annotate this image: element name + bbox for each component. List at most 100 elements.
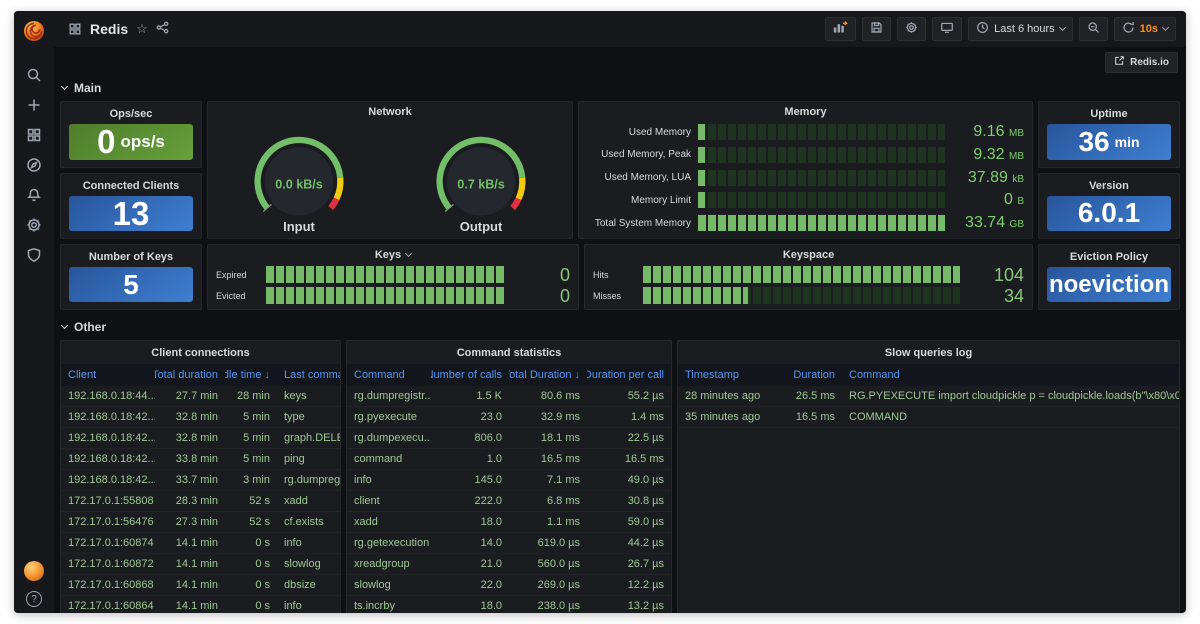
sidebar-create-button[interactable] xyxy=(20,91,48,121)
memory-title[interactable]: Memory xyxy=(579,102,1032,122)
table-row: 192.168.0.18:44... 27.7 min 28 min keys xyxy=(61,386,340,407)
save-icon xyxy=(870,21,883,37)
zoom-out-icon xyxy=(1087,21,1100,37)
memory-row-value: 33.74 GB xyxy=(952,214,1024,232)
chevron-down-icon xyxy=(1162,24,1169,31)
section-main[interactable]: Main xyxy=(60,78,1180,98)
refresh-icon xyxy=(1122,21,1135,37)
table-row: 172.17.0.1:60864 14.1 min 0 s info xyxy=(61,596,340,613)
column-header[interactable]: Last command xyxy=(277,364,340,386)
client-connections-panel: Client connections ClientTotal durationI… xyxy=(60,340,341,613)
keyspace-title[interactable]: Keyspace xyxy=(585,245,1032,265)
table-row: client 222.0 6.8 ms 30.8 µs xyxy=(347,491,671,512)
dashboard-grid-icon xyxy=(68,22,82,36)
sidebar-configuration-button[interactable] xyxy=(20,211,48,241)
sidebar: ? xyxy=(14,11,54,613)
sidebar-alerting-button[interactable] xyxy=(20,181,48,211)
column-header[interactable]: Duration xyxy=(780,364,842,386)
table-row: 28 minutes ago 26.5 ms RG.PYEXECUTE impo… xyxy=(678,386,1179,407)
uptime-unit: min xyxy=(1115,134,1140,150)
section-main-label: Main xyxy=(74,81,101,95)
column-header[interactable]: Duration per call xyxy=(587,364,671,386)
star-icon: ☆ xyxy=(136,21,148,37)
gauge-value: 0.7 kB/s xyxy=(457,178,505,192)
dashboard-body: Main Ops/sec 0 ops/s Connected Clients xyxy=(54,77,1186,613)
column-header[interactable]: Number of calls xyxy=(431,364,509,386)
eviction-policy-title[interactable]: Eviction Policy xyxy=(1047,247,1171,267)
dashboard-settings-button[interactable] xyxy=(897,17,926,41)
memory-row-value: 0 B xyxy=(952,191,1024,209)
section-other[interactable]: Other xyxy=(60,317,1180,337)
column-header[interactable]: Total duration xyxy=(155,364,225,386)
sidebar-explore-button[interactable] xyxy=(20,151,48,181)
number-of-keys-value: 5 xyxy=(123,271,139,299)
favorite-star-button[interactable]: ☆ xyxy=(136,21,148,37)
keys-title[interactable]: Keys xyxy=(208,245,578,265)
network-title[interactable]: Network xyxy=(208,102,572,122)
time-range-picker[interactable]: Last 6 hours xyxy=(968,17,1073,41)
dashboard-links-bar: Redis.io xyxy=(54,47,1186,77)
command-statistics-panel: Command statistics CommandNumber of call… xyxy=(346,340,672,613)
memory-row: Total System Memory 33.74 GB xyxy=(587,213,1024,233)
keys-row-label: Evicted xyxy=(216,291,260,301)
memory-panel: Memory Used Memory 9.16 MB Used Memory, … xyxy=(578,101,1033,239)
memory-row-label: Used Memory xyxy=(587,127,691,138)
user-avatar[interactable] xyxy=(24,561,44,581)
client-connections-title[interactable]: Client connections xyxy=(61,341,340,364)
help-button[interactable]: ? xyxy=(26,591,42,607)
column-header[interactable]: Client xyxy=(61,364,155,386)
column-header[interactable]: Command xyxy=(347,364,431,386)
led-bar xyxy=(698,147,945,163)
slow-queries-log-title[interactable]: Slow queries log xyxy=(678,341,1179,364)
time-range-label: Last 6 hours xyxy=(994,23,1055,35)
uptime-panel: Uptime 36 min xyxy=(1038,101,1180,168)
table-row: 172.17.0.1:55808 28.3 min 52 s xadd xyxy=(61,491,340,512)
connected-clients-title[interactable]: Connected Clients xyxy=(69,176,193,196)
gauge-value: 0.0 kB/s xyxy=(275,178,323,192)
memory-row: Used Memory, Peak 9.32 MB xyxy=(587,145,1024,165)
keys-row-value: 0 xyxy=(512,287,570,305)
table-row: command 1.0 16.5 ms 16.5 ms xyxy=(347,449,671,470)
search-icon xyxy=(26,67,42,86)
table-row: 35 minutes ago 16.5 ms COMMAND xyxy=(678,407,1179,428)
table-header: ClientTotal durationIdle time ↓Last comm… xyxy=(61,364,340,386)
cycle-view-button[interactable] xyxy=(932,17,962,41)
add-panel-button[interactable] xyxy=(825,17,856,41)
shield-icon xyxy=(26,247,42,266)
table-row: 172.17.0.1:60872 14.1 min 0 s slowlog xyxy=(61,554,340,575)
eviction-policy-value: noeviction xyxy=(1049,273,1169,297)
column-header[interactable]: Idle time ↓ xyxy=(225,364,277,386)
clock-icon xyxy=(976,21,989,37)
table-row: 192.168.0.18:42... 32.8 min 5 min graph.… xyxy=(61,428,340,449)
column-header[interactable]: Total Duration ↓ xyxy=(509,364,587,386)
share-button[interactable] xyxy=(156,21,169,37)
table-row: rg.pyexecute 23.0 32.9 ms 1.4 ms xyxy=(347,407,671,428)
uptime-title[interactable]: Uptime xyxy=(1047,104,1171,124)
column-header[interactable]: Timestamp xyxy=(678,364,780,386)
zoom-out-button[interactable] xyxy=(1079,17,1108,41)
refresh-button[interactable]: 10s xyxy=(1114,17,1176,41)
ops-sec-panel: Ops/sec 0 ops/s xyxy=(60,101,202,168)
grafana-logo[interactable] xyxy=(22,19,46,43)
redis-io-link[interactable]: Redis.io xyxy=(1105,52,1178,73)
column-header[interactable]: Command xyxy=(842,364,1179,386)
save-dashboard-button[interactable] xyxy=(862,17,891,41)
chevron-down-icon xyxy=(405,250,412,257)
sidebar-dashboards-button[interactable] xyxy=(20,121,48,151)
keys-row-label: Expired xyxy=(216,270,260,280)
version-title[interactable]: Version xyxy=(1047,176,1171,196)
keyspace-row-value: 34 xyxy=(966,287,1024,305)
sidebar-admin-button[interactable] xyxy=(20,241,48,271)
table-header: CommandNumber of callsTotal Duration ↓Du… xyxy=(347,364,671,386)
number-of-keys-title[interactable]: Number of Keys xyxy=(69,247,193,267)
ops-sec-title[interactable]: Ops/sec xyxy=(69,104,193,124)
command-statistics-title[interactable]: Command statistics xyxy=(347,341,671,364)
memory-row-label: Used Memory, Peak xyxy=(587,149,691,160)
external-link-icon xyxy=(1114,55,1125,69)
plus-icon xyxy=(26,97,42,116)
sidebar-search-button[interactable] xyxy=(20,61,48,91)
share-icon xyxy=(156,21,169,37)
led-bar xyxy=(698,215,945,231)
led-bar xyxy=(643,287,960,304)
dashboard-title[interactable]: Redis xyxy=(90,21,128,37)
